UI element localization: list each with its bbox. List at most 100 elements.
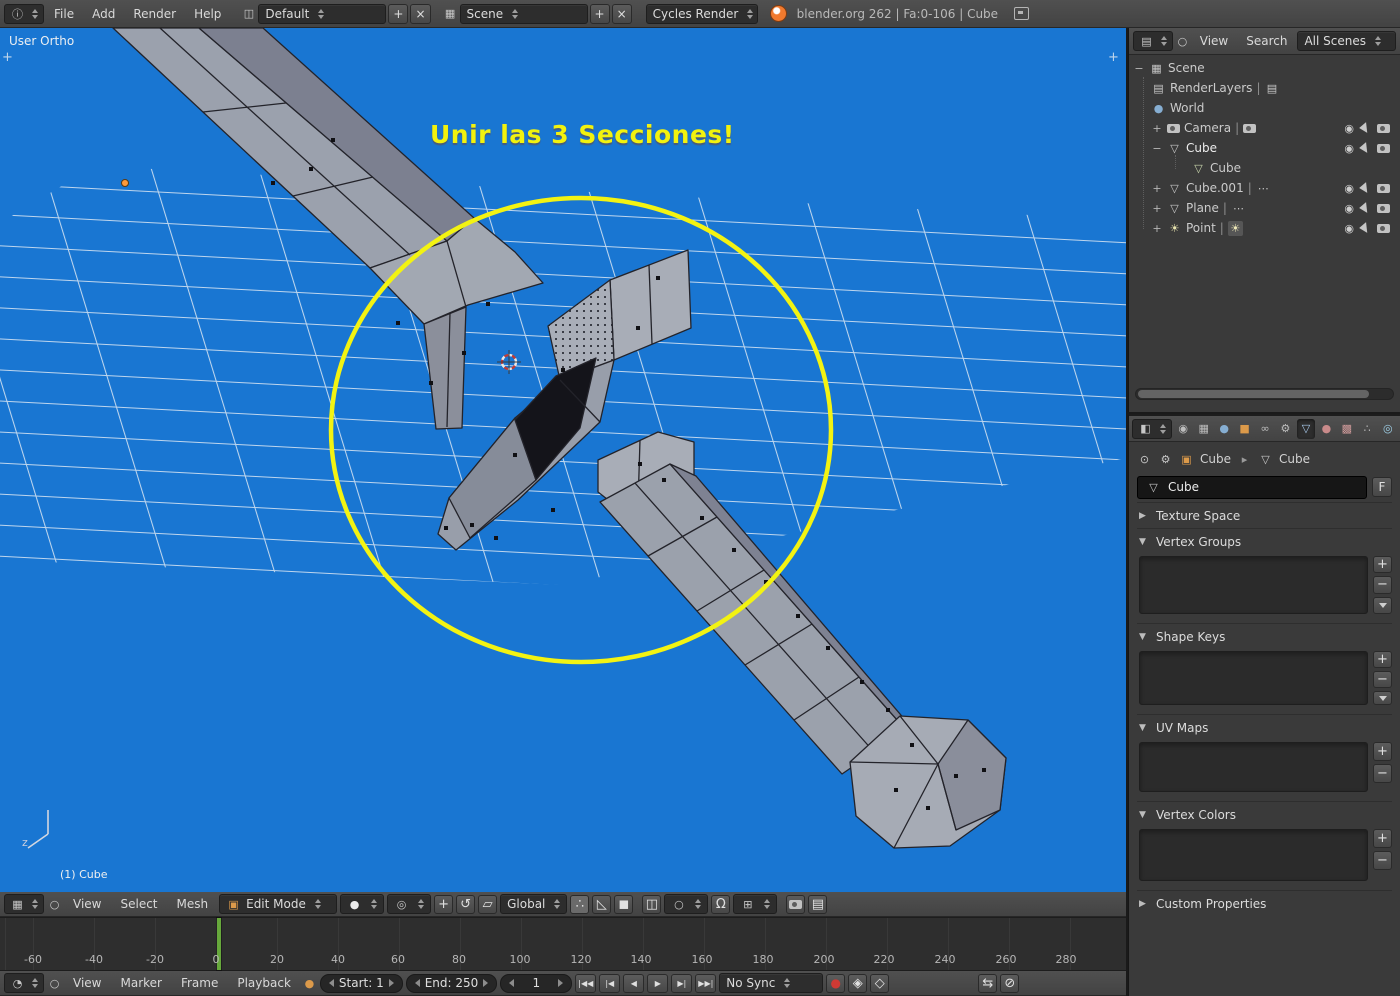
menu-frame[interactable]: Frame	[173, 976, 226, 990]
pin-icon[interactable]: ○	[47, 976, 62, 991]
expand-icon[interactable]: +	[1151, 182, 1163, 195]
orientation-dropdown[interactable]: Global	[500, 894, 567, 914]
outliner-row-world[interactable]: ● World	[1131, 98, 1398, 118]
camera-data-icon[interactable]	[1243, 124, 1256, 133]
outliner-row-renderlayers[interactable]: ▤ RenderLayers | ▤	[1131, 78, 1398, 98]
selectable-cursor-icon[interactable]	[1359, 222, 1372, 235]
shape-key-specials-button[interactable]	[1373, 691, 1392, 705]
menu-view[interactable]: View	[65, 897, 109, 911]
outliner-row-cube[interactable]: − ▽ Cube ◉	[1131, 138, 1398, 158]
outliner-row-cube001[interactable]: + ▽ Cube.001 | ⋯ ◉	[1131, 178, 1398, 198]
region-expand-button[interactable]: +	[1108, 50, 1119, 65]
outliner-item-label[interactable]: Camera	[1184, 121, 1231, 135]
vertex-groups-list[interactable]	[1139, 556, 1368, 614]
jump-next-keyframe-button[interactable]: ▶|	[671, 974, 692, 993]
start-frame-field[interactable]: Start: 1	[320, 974, 403, 993]
outliner-item-label[interactable]: Cube	[1210, 161, 1241, 175]
menu-search[interactable]: Search	[1238, 34, 1295, 48]
outliner-item-label[interactable]: Scene	[1168, 61, 1205, 75]
proportional-edit-dropdown[interactable]: ○	[664, 894, 708, 914]
scrollbar-thumb[interactable]	[1138, 390, 1369, 398]
tab-physics[interactable]: ◎	[1379, 419, 1397, 439]
opengl-animation-button[interactable]: ▤	[808, 895, 827, 914]
delete-layout-button[interactable]: ×	[410, 4, 430, 24]
remove-vertex-color-button[interactable]: −	[1373, 851, 1392, 870]
play-button[interactable]: ▶	[647, 974, 668, 993]
add-uv-map-button[interactable]: +	[1373, 742, 1392, 761]
manipulator-translate-button[interactable]: +	[434, 895, 453, 914]
panel-header-shape-keys[interactable]: ▼ Shape Keys	[1137, 624, 1392, 649]
manipulator-scale-button[interactable]: ▱	[478, 895, 497, 914]
auto-keyframe-button[interactable]: ●	[826, 974, 845, 993]
lamp-data-icon[interactable]: ☀	[1228, 221, 1243, 236]
window-duplicate-icon[interactable]	[1014, 7, 1029, 20]
face-select-button[interactable]: ◼	[614, 895, 633, 914]
occlude-geometry-button[interactable]: ◫	[642, 895, 661, 914]
vertex-select-button[interactable]: ∴	[570, 895, 589, 914]
opengl-render-button[interactable]	[786, 895, 805, 914]
render-engine-dropdown[interactable]: Cycles Render	[646, 4, 758, 24]
screen-layout-dropdown[interactable]: Default	[258, 4, 386, 24]
pin-icon[interactable]: ○	[47, 897, 62, 912]
pivot-point-dropdown[interactable]: ◎	[387, 894, 431, 914]
visibility-eye-icon[interactable]: ◉	[1344, 202, 1354, 215]
mode-dropdown[interactable]: ▣ Edit Mode	[219, 894, 337, 914]
tab-constraints[interactable]: ∞	[1256, 419, 1274, 439]
keying-set-icon[interactable]: ◈	[848, 974, 867, 993]
selectable-cursor-icon[interactable]	[1359, 202, 1372, 215]
lock-frame-icon[interactable]: ⊘	[1000, 974, 1019, 993]
menu-add[interactable]: Add	[84, 7, 123, 21]
jump-to-start-button[interactable]: |◀◀	[575, 974, 596, 993]
editor-type-selector[interactable]: ◧	[1132, 419, 1172, 439]
tab-material[interactable]: ●	[1317, 419, 1335, 439]
menu-view[interactable]: View	[65, 976, 109, 990]
editor-type-selector[interactable]: ◔	[4, 973, 44, 993]
tab-texture[interactable]: ▩	[1338, 419, 1356, 439]
selectable-cursor-icon[interactable]	[1359, 182, 1372, 195]
tab-modifiers[interactable]: ⚙	[1276, 419, 1294, 439]
sync-dropdown[interactable]: No Sync	[719, 973, 823, 993]
manipulator-rotate-button[interactable]: ↺	[456, 895, 475, 914]
vertex-group-specials-button[interactable]	[1373, 597, 1392, 614]
display-filter-dropdown[interactable]: All Scenes	[1297, 31, 1396, 51]
edge-select-button[interactable]: ◺	[592, 895, 611, 914]
outliner-row-point[interactable]: + ☀ Point | ☀ ◉	[1131, 218, 1398, 238]
uv-maps-list[interactable]	[1139, 742, 1368, 792]
mesh-data-chip-icon[interactable]: ⋯	[1256, 181, 1271, 196]
remove-vertex-group-button[interactable]: −	[1373, 576, 1392, 593]
outliner-item-label[interactable]: Plane	[1186, 201, 1219, 215]
editor-type-selector[interactable]: ▦	[4, 894, 44, 914]
preview-range-icon[interactable]: ●	[302, 976, 317, 991]
menu-marker[interactable]: Marker	[112, 976, 169, 990]
current-frame-field[interactable]: 1	[500, 974, 572, 993]
add-layout-button[interactable]: +	[388, 4, 408, 24]
menu-file[interactable]: File	[46, 7, 82, 21]
panel-header-uv-maps[interactable]: ▼ UV Maps	[1137, 715, 1392, 740]
breadcrumb-object[interactable]: Cube	[1200, 452, 1231, 466]
play-reverse-button[interactable]: ◀	[623, 974, 644, 993]
selectable-cursor-icon[interactable]	[1359, 142, 1372, 155]
renderable-camera-icon[interactable]	[1377, 124, 1390, 133]
renderable-camera-icon[interactable]	[1377, 184, 1390, 193]
fake-user-button[interactable]: F	[1372, 477, 1392, 497]
insert-keyframe-icon[interactable]: ◇	[870, 974, 889, 993]
editor-type-selector[interactable]: ⓘ	[4, 4, 44, 24]
outliner-item-label[interactable]: World	[1170, 101, 1204, 115]
outliner-item-label[interactable]: Cube.001	[1186, 181, 1244, 195]
end-frame-field[interactable]: End: 250	[406, 974, 498, 993]
3d-viewport[interactable]: User Ortho Unir las 3 Secciones! (1) Cub…	[0, 28, 1126, 892]
tab-object[interactable]: ■	[1235, 419, 1253, 439]
menu-select[interactable]: Select	[112, 897, 165, 911]
visibility-eye-icon[interactable]: ◉	[1344, 182, 1354, 195]
panel-header-custom-properties[interactable]: ▶ Custom Properties	[1137, 891, 1392, 916]
pin-icon[interactable]: ⊙	[1137, 452, 1152, 467]
menu-render[interactable]: Render	[125, 7, 184, 21]
breadcrumb-data[interactable]: Cube	[1279, 452, 1310, 466]
expand-icon[interactable]: +	[1151, 202, 1163, 215]
snap-element-dropdown[interactable]: ⊞	[733, 894, 777, 914]
selectable-cursor-icon[interactable]	[1359, 122, 1372, 135]
shape-keys-list[interactable]	[1139, 651, 1368, 705]
add-shape-key-button[interactable]: +	[1373, 651, 1392, 668]
remove-shape-key-button[interactable]: −	[1373, 671, 1392, 688]
timeline-ruler[interactable]: -60 -40 -20 0 20 40 60 80 100 120 140 16…	[0, 917, 1126, 971]
